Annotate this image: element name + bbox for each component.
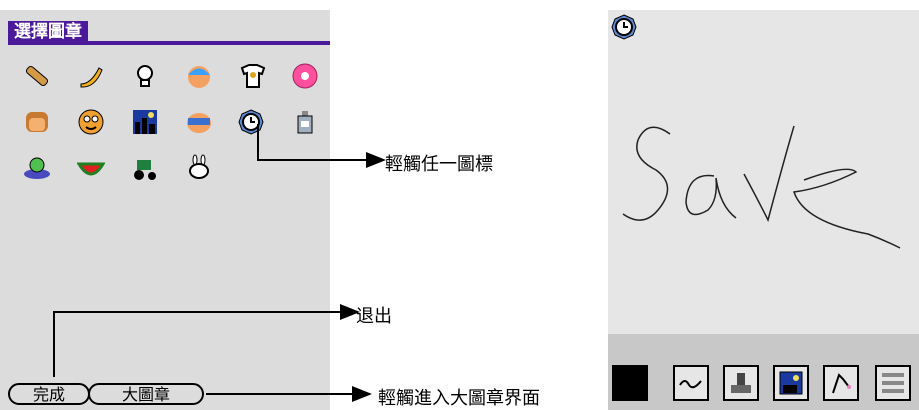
- done-button[interactable]: 完成: [8, 383, 90, 405]
- tshirt-icon[interactable]: [239, 62, 267, 90]
- annotation-line: [206, 393, 356, 395]
- big-stamp-button[interactable]: 大圖章: [88, 383, 204, 405]
- annotation-line: [53, 311, 343, 313]
- annotation-line: [257, 159, 367, 161]
- bandage-icon[interactable]: [23, 62, 51, 90]
- annotation-line: [257, 124, 259, 160]
- annotation-exit: 退出: [356, 306, 392, 327]
- alien-icon[interactable]: [23, 154, 51, 182]
- annotation-enter-big: 輕觸進入大圖章界面: [378, 388, 540, 409]
- color-black[interactable]: [612, 365, 648, 401]
- clock-icon: [611, 14, 637, 40]
- picture-tool-icon[interactable]: [773, 365, 809, 401]
- bunny-icon[interactable]: [185, 154, 213, 182]
- toolbar: [608, 334, 919, 410]
- annotation-tap-icon: 輕觸任一圖標: [385, 154, 493, 175]
- stamp-picker-screen: 選擇圖章 完成 大圖章: [0, 10, 330, 410]
- girl-face-icon[interactable]: [23, 108, 51, 136]
- bottle-icon[interactable]: [291, 108, 319, 136]
- annotation-arrow: [352, 386, 372, 402]
- goggles-icon[interactable]: [185, 108, 213, 136]
- donut-icon[interactable]: [291, 62, 319, 90]
- handwriting-save[interactable]: [618, 110, 903, 270]
- stamp-tool-icon[interactable]: [723, 365, 759, 401]
- pen-tool-icon[interactable]: [823, 365, 859, 401]
- drawing-screen: [608, 10, 919, 410]
- city-night-icon[interactable]: [131, 108, 159, 136]
- line-tool-icon[interactable]: [673, 365, 709, 401]
- title-divider: [8, 41, 330, 45]
- annotation-line: [53, 312, 55, 377]
- page-title: 選擇圖章: [8, 21, 88, 43]
- tractor-icon[interactable]: [131, 154, 159, 182]
- banana-icon[interactable]: [77, 62, 105, 90]
- clock-icon[interactable]: [237, 108, 265, 136]
- smiley-icon[interactable]: [77, 108, 105, 136]
- face-blue-icon[interactable]: [185, 62, 213, 90]
- bulb-icon[interactable]: [131, 62, 159, 90]
- watermelon-icon[interactable]: [77, 154, 105, 182]
- annotation-arrow: [366, 152, 386, 168]
- grid-tool-icon[interactable]: [875, 365, 911, 401]
